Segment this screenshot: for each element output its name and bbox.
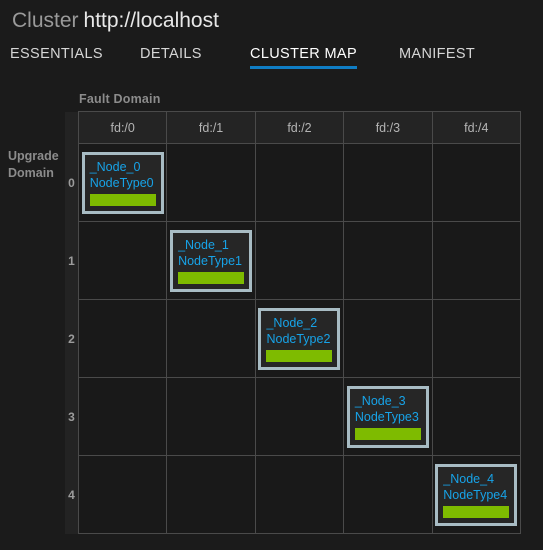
row-header-ud1: 1 xyxy=(65,221,79,300)
column-header-fd4: fd:/4 xyxy=(431,111,522,144)
node-type: NodeType3 xyxy=(354,409,419,424)
grid-cell-ud2-fd4-empty xyxy=(431,299,522,378)
grid-cell-ud0-fd0-occupied: _Node_0 NodeType0 xyxy=(77,143,168,222)
grid-row: 0 _Node_0 NodeType0 xyxy=(65,143,522,222)
grid-cell-ud2-fd2-occupied: _Node_2 NodeType2 xyxy=(254,299,345,378)
node-name: _Node_4 xyxy=(443,471,495,486)
column-header-row: fd:/0 fd:/1 fd:/2 fd:/3 fd:/4 xyxy=(65,111,522,144)
grid-cell-ud1-fd2-empty xyxy=(254,221,345,300)
grid-cell-ud0-fd4-empty xyxy=(431,143,522,222)
page-title: Cluster http://localhost xyxy=(12,9,543,33)
fault-domain-axis-label: Fault Domain xyxy=(79,92,161,106)
page-header: Cluster http://localhost xyxy=(0,0,543,34)
grid-cell-ud3-fd2-empty xyxy=(254,377,345,456)
grid-cell-ud1-fd3-empty xyxy=(343,221,433,300)
grid-cell-ud2-fd1-empty xyxy=(166,299,256,378)
cluster-url: http://localhost xyxy=(83,9,219,32)
tab-details[interactable]: DETAILS xyxy=(140,46,202,69)
node-health-bar xyxy=(89,193,156,206)
tab-cluster-map[interactable]: CLUSTER MAP xyxy=(250,46,357,69)
row-header-ud2: 2 xyxy=(65,299,79,378)
tab-essentials[interactable]: ESSENTIALS xyxy=(10,46,103,69)
grid-cell-ud4-fd3-empty xyxy=(343,455,433,534)
node-type: NodeType1 xyxy=(178,253,243,268)
node-card-node_2[interactable]: _Node_2 NodeType2 xyxy=(258,307,341,370)
grid-cell-ud3-fd1-empty xyxy=(166,377,256,456)
node-health-bar xyxy=(354,427,421,440)
node-health-bar xyxy=(178,271,245,284)
node-card-node_1[interactable]: _Node_1 NodeType1 xyxy=(170,229,253,292)
node-type: NodeType2 xyxy=(266,331,331,346)
grid-row: 3 _Node_3 NodeType3 xyxy=(65,377,522,456)
grid-row: 4 _Node_4 NodeType4 xyxy=(65,455,522,534)
tab-manifest-label: MANIFEST xyxy=(399,46,476,62)
grid-cell-ud4-fd0-empty xyxy=(77,455,168,534)
page-title-text: Cluster xyxy=(12,9,79,32)
row-header-ud3: 3 xyxy=(65,377,79,456)
column-header-fd0: fd:/0 xyxy=(77,111,168,144)
node-card-node_0[interactable]: _Node_0 NodeType0 xyxy=(81,151,164,214)
node-name: _Node_1 xyxy=(178,237,229,252)
grid-cell-ud3-fd0-empty xyxy=(77,377,168,456)
upgrade-domain-axis-label: Upgrade Domain xyxy=(8,149,59,180)
column-header-fd3: fd:/3 xyxy=(343,111,433,144)
tab-cluster-map-underline xyxy=(250,66,357,69)
grid-cell-ud0-fd3-empty xyxy=(343,143,433,222)
tab-manifest[interactable]: MANIFEST xyxy=(399,46,475,69)
grid-cell-ud0-fd1-empty xyxy=(166,143,256,222)
grid-corner-cell xyxy=(65,111,79,144)
cluster-map-grid-body: 0 _Node_0 NodeType0 1 _Node_1 NodeType1 2 _Node… xyxy=(65,143,522,534)
grid-cell-ud4-fd1-empty xyxy=(166,455,256,534)
grid-cell-ud1-fd0-empty xyxy=(77,221,168,300)
grid-row: 2 _Node_2 NodeType2 xyxy=(65,299,522,378)
node-type: NodeType4 xyxy=(443,487,508,502)
grid-cell-ud4-fd2-empty xyxy=(254,455,345,534)
cluster-map-grid: fd:/0 fd:/1 fd:/2 fd:/3 fd:/4 0 _Node_0 No… xyxy=(65,111,522,534)
tab-essentials-label: ESSENTIALS xyxy=(10,46,103,62)
grid-cell-ud2-fd0-empty xyxy=(77,299,168,378)
node-health-bar xyxy=(266,349,333,362)
grid-row: 1 _Node_1 NodeType1 xyxy=(65,221,522,300)
row-header-ud4: 4 xyxy=(65,455,79,534)
tab-details-label: DETAILS xyxy=(140,46,202,62)
node-card-node_4[interactable]: _Node_4 NodeType4 xyxy=(435,463,518,526)
node-type: NodeType0 xyxy=(89,175,154,190)
grid-cell-ud1-fd4-empty xyxy=(431,221,522,300)
cluster-map-grid-head: fd:/0 fd:/1 fd:/2 fd:/3 fd:/4 xyxy=(65,111,522,144)
column-header-fd1: fd:/1 xyxy=(166,111,256,144)
grid-cell-ud4-fd4-occupied: _Node_4 NodeType4 xyxy=(431,455,522,534)
node-card-node_3[interactable]: _Node_3 NodeType3 xyxy=(346,385,429,448)
node-name: _Node_2 xyxy=(266,315,318,330)
node-name: _Node_3 xyxy=(354,393,406,408)
column-header-fd2: fd:/2 xyxy=(254,111,345,144)
grid-cell-ud2-fd3-empty xyxy=(343,299,433,378)
tab-bar: ESSENTIALS DETAILS CLUSTER MAP MANIFEST xyxy=(0,46,543,78)
grid-cell-ud3-fd3-occupied: _Node_3 NodeType3 xyxy=(343,377,433,456)
row-header-ud0: 0 xyxy=(65,143,79,222)
grid-cell-ud1-fd1-occupied: _Node_1 NodeType1 xyxy=(166,221,256,300)
grid-cell-ud3-fd4-empty xyxy=(431,377,522,456)
tab-cluster-map-label: CLUSTER MAP xyxy=(250,46,357,62)
grid-cell-ud0-fd2-empty xyxy=(254,143,345,222)
node-health-bar xyxy=(443,505,510,518)
node-name: _Node_0 xyxy=(89,159,141,174)
